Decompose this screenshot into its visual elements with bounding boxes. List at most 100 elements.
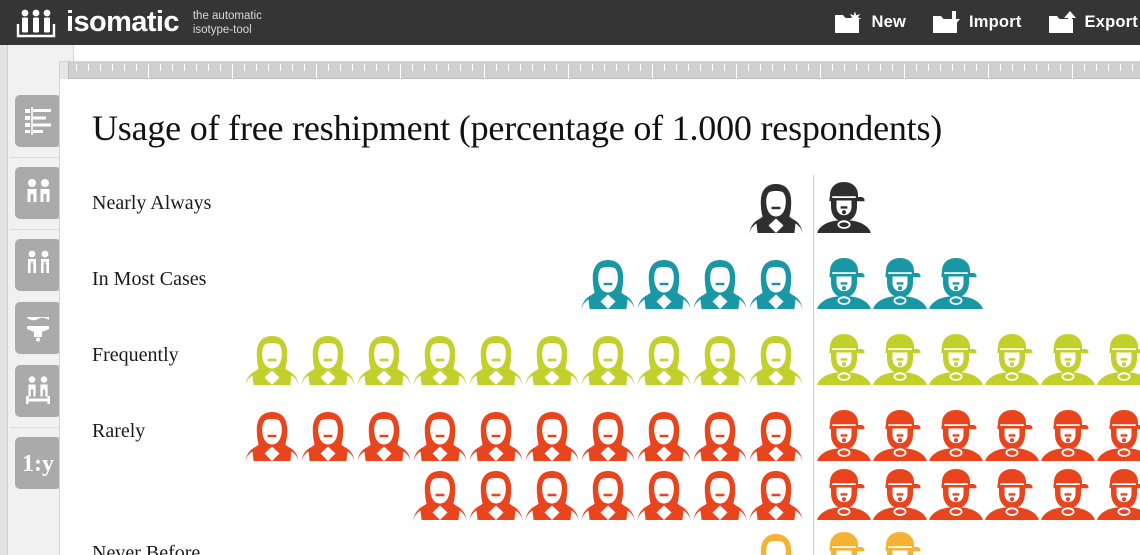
ruler-corner [60,62,69,79]
new-button-label: New [871,13,906,31]
paintbrush-icon [23,313,53,343]
sidebar-item-ratio[interactable]: 1:y [15,437,61,489]
ruler-tick [868,64,869,71]
female-figure-icon [637,260,691,309]
ruler-tick [388,64,389,71]
toolbar-actions: New Import Export [834,0,1140,45]
ruler-tick-major [316,64,317,79]
male-figure-icon [929,469,983,520]
male-figure-icon [985,334,1039,385]
ruler-tick [472,64,473,71]
ruler-tick [244,64,245,71]
female-figure-icon [469,412,523,461]
female-figure-icon [245,336,299,385]
male-figure-icon [817,334,871,385]
female-figure-icon [301,412,355,461]
ruler-tick [664,64,665,71]
male-figure-icon [985,469,1039,520]
ruler-tick-major [232,64,233,79]
horizontal-ruler[interactable] [60,62,1140,79]
male-figure-icon [1041,334,1095,385]
ruler-tick [460,64,461,71]
female-figure-icon [413,471,467,520]
ruler-tick [724,64,725,71]
ruler-tick-major [904,64,905,79]
ruler-tick [544,64,545,71]
row-label: Rarely [92,420,146,442]
ruler-tick [784,64,785,71]
ruler-tick [1096,64,1097,71]
ruler-tick [928,64,929,71]
ruler-tick [448,64,449,71]
export-button[interactable]: Export [1048,10,1138,36]
male-figure-icon [1097,469,1140,520]
ruler-tick [100,64,101,71]
female-figure-icon [357,412,411,461]
ruler-tick [340,64,341,71]
chart-sheet[interactable]: Usage of free reshipment (percentage of … [69,80,1140,555]
ruler-tick [184,64,185,71]
ruler-tick [700,64,701,71]
ruler-tick [976,64,977,71]
ruler-tick [160,64,161,71]
row-label: Frequently [92,344,179,366]
male-figure-icon [1041,469,1095,520]
sidebar-item-multiplier[interactable]: x x [15,239,61,291]
female-figure-icon [245,412,299,461]
ruler-tick [280,64,281,71]
ruler-tick [604,64,605,71]
new-button[interactable]: New [834,10,906,36]
ruler-tick [556,64,557,71]
ruler-tick [136,64,137,71]
app-tagline-line1: the automatic [192,9,262,22]
ruler-tick [172,64,173,71]
rail-separator [10,427,66,428]
sidebar-item-alignment[interactable] [15,365,61,417]
two-figures-icon [23,177,53,209]
ruler-tick [952,64,953,71]
female-figure-icon [581,412,635,461]
rail-separator [10,229,66,230]
ruler-tick [508,64,509,71]
male-figure-icon [873,469,927,520]
ruler-tick [220,64,221,71]
ruler-tick-major [148,64,149,79]
sidebar-item-figures[interactable] [15,167,61,219]
ruler-tick-major [484,64,485,79]
rail-edge-strip [0,45,8,555]
row-label: Nearly Always [92,192,212,214]
female-figure-icon [525,412,579,461]
ruler-tick [880,64,881,71]
ruler-tick-major [820,64,821,79]
male-figure-icon [829,532,865,555]
ruler-tick [592,64,593,71]
male-figure-icon [985,410,1039,461]
female-figure-icon [413,336,467,385]
female-figure-icon [749,471,803,520]
page-title: Usage of free reshipment (percentage of … [92,108,943,148]
folder-import-icon [932,10,962,36]
svg-text:x: x [43,259,48,268]
export-button-label: Export [1084,13,1138,31]
female-figure-icon [693,471,747,520]
female-figure-icon [581,336,635,385]
ruler-tick [1132,64,1133,71]
import-button[interactable]: Import [932,10,1022,36]
sidebar-item-data-table[interactable] [15,95,61,147]
ruler-tick [256,64,257,71]
female-figure-icon [525,471,579,520]
editor-canvas[interactable]: Usage of free reshipment (percentage of … [59,61,1140,555]
ruler-tick [124,64,125,71]
ruler-tick [424,64,425,71]
ruler-tick [88,64,89,71]
sidebar-item-color[interactable] [15,302,61,354]
female-figure-icon [413,412,467,461]
ruler-tick [1036,64,1037,71]
ruler-tick [208,64,209,71]
ruler-tick-major [400,64,401,79]
male-figure-band [816,406,1140,464]
app-tagline: the automatic isotype-tool [189,9,262,37]
male-figure-icon [1097,410,1140,461]
ruler-tick [1060,64,1061,71]
ruler-tick [892,64,893,71]
